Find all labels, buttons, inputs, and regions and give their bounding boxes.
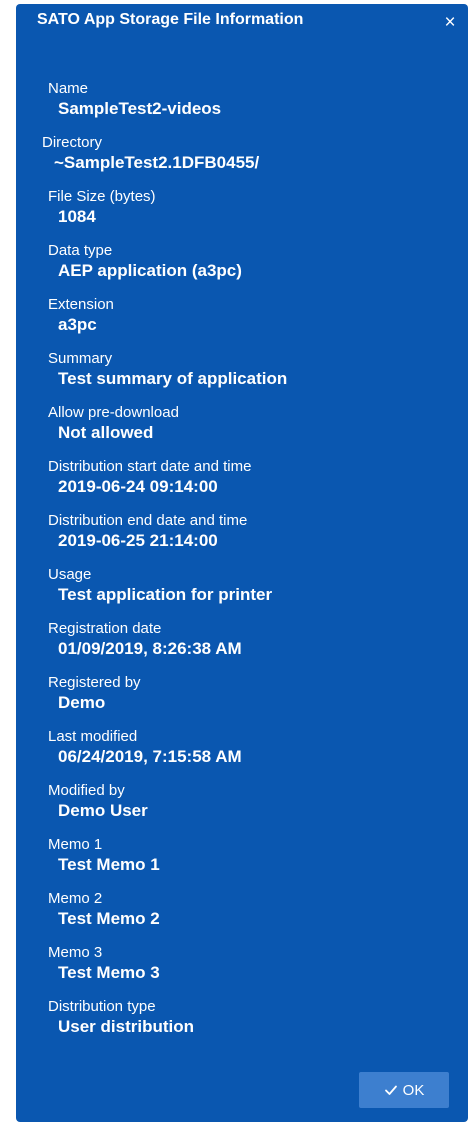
field-name: Name SampleTest2-videos (16, 72, 468, 126)
field-value: Test summary of application (58, 369, 288, 388)
field-memo-3: Memo 3 Test Memo 3 (16, 936, 468, 990)
field-label: Name (48, 80, 89, 97)
field-value: 01/09/2019, 8:26:38 AM (58, 639, 242, 658)
field-label: Memo 3 (48, 944, 103, 961)
field-value: Test application for printer (58, 585, 273, 604)
ok-button-label: OK (402, 1081, 425, 1099)
field-value: 2019-06-24 09:14:00 (58, 477, 218, 496)
field-list: Name SampleTest2-videos Directory ~Sampl… (16, 72, 468, 1044)
field-distribution-start: Distribution start date and time 2019-06… (16, 450, 468, 504)
field-label: Usage (48, 566, 92, 583)
field-registration-date: Registration date 01/09/2019, 8:26:38 AM (16, 612, 468, 666)
field-label: Distribution start date and time (48, 458, 252, 475)
field-label: Directory (42, 134, 103, 151)
field-summary: Summary Test summary of application (16, 342, 468, 396)
dialog-titlebar: SATO App Storage File Information × (16, 4, 468, 38)
field-value: 1084 (58, 207, 96, 226)
field-value: Demo (58, 693, 106, 712)
field-label: Registered by (48, 674, 141, 691)
close-button[interactable]: × (438, 10, 462, 34)
field-label: Memo 1 (48, 836, 103, 853)
field-label: Data type (48, 242, 113, 259)
field-value: User distribution (58, 1017, 195, 1036)
field-extension: Extension a3pc (16, 288, 468, 342)
close-icon: × (444, 11, 456, 33)
field-usage: Usage Test application for printer (16, 558, 468, 612)
field-label: Last modified (48, 728, 138, 745)
field-value: 2019-06-25 21:14:00 (58, 531, 218, 550)
field-value: a3pc (58, 315, 97, 334)
field-last-modified: Last modified 06/24/2019, 7:15:58 AM (16, 720, 468, 774)
field-value: Not allowed (58, 423, 154, 442)
ok-button[interactable]: OK (359, 1072, 449, 1108)
field-label: Registration date (48, 620, 162, 637)
field-value: Demo User (58, 801, 148, 820)
field-distribution-end: Distribution end date and time 2019-06-2… (16, 504, 468, 558)
field-allow-pre-download: Allow pre-download Not allowed (16, 396, 468, 450)
field-modified-by: Modified by Demo User (16, 774, 468, 828)
field-memo-2: Memo 2 Test Memo 2 (16, 882, 468, 936)
field-file-size: File Size (bytes) 1084 (16, 180, 468, 234)
field-value: 06/24/2019, 7:15:58 AM (58, 747, 242, 766)
field-label: Memo 2 (48, 890, 103, 907)
field-registered-by: Registered by Demo (16, 666, 468, 720)
field-label: Allow pre-download (48, 404, 179, 421)
field-value: Test Memo 3 (58, 963, 160, 982)
field-label: Distribution end date and time (48, 512, 248, 529)
field-directory: Directory ~SampleTest2.1DFB0455/ (16, 126, 468, 180)
field-memo-1: Memo 1 Test Memo 1 (16, 828, 468, 882)
field-value: Test Memo 1 (58, 855, 160, 874)
dialog-title: SATO App Storage File Information (37, 11, 304, 28)
field-data-type: Data type AEP application (a3pc) (16, 234, 468, 288)
field-label: File Size (bytes) (48, 188, 156, 205)
field-value: Test Memo 2 (58, 909, 160, 928)
field-label: Summary (48, 350, 113, 367)
file-information-dialog: SATO App Storage File Information × Name… (16, 4, 468, 1122)
field-value: AEP application (a3pc) (58, 261, 242, 280)
checkmark-icon (384, 1083, 398, 1097)
field-distribution-type: Distribution type User distribution (16, 990, 468, 1044)
field-label: Distribution type (48, 998, 156, 1015)
field-label: Modified by (48, 782, 125, 799)
field-value: ~SampleTest2.1DFB0455/ (54, 153, 260, 172)
field-value: SampleTest2-videos (58, 99, 222, 118)
field-label: Extension (48, 296, 114, 313)
